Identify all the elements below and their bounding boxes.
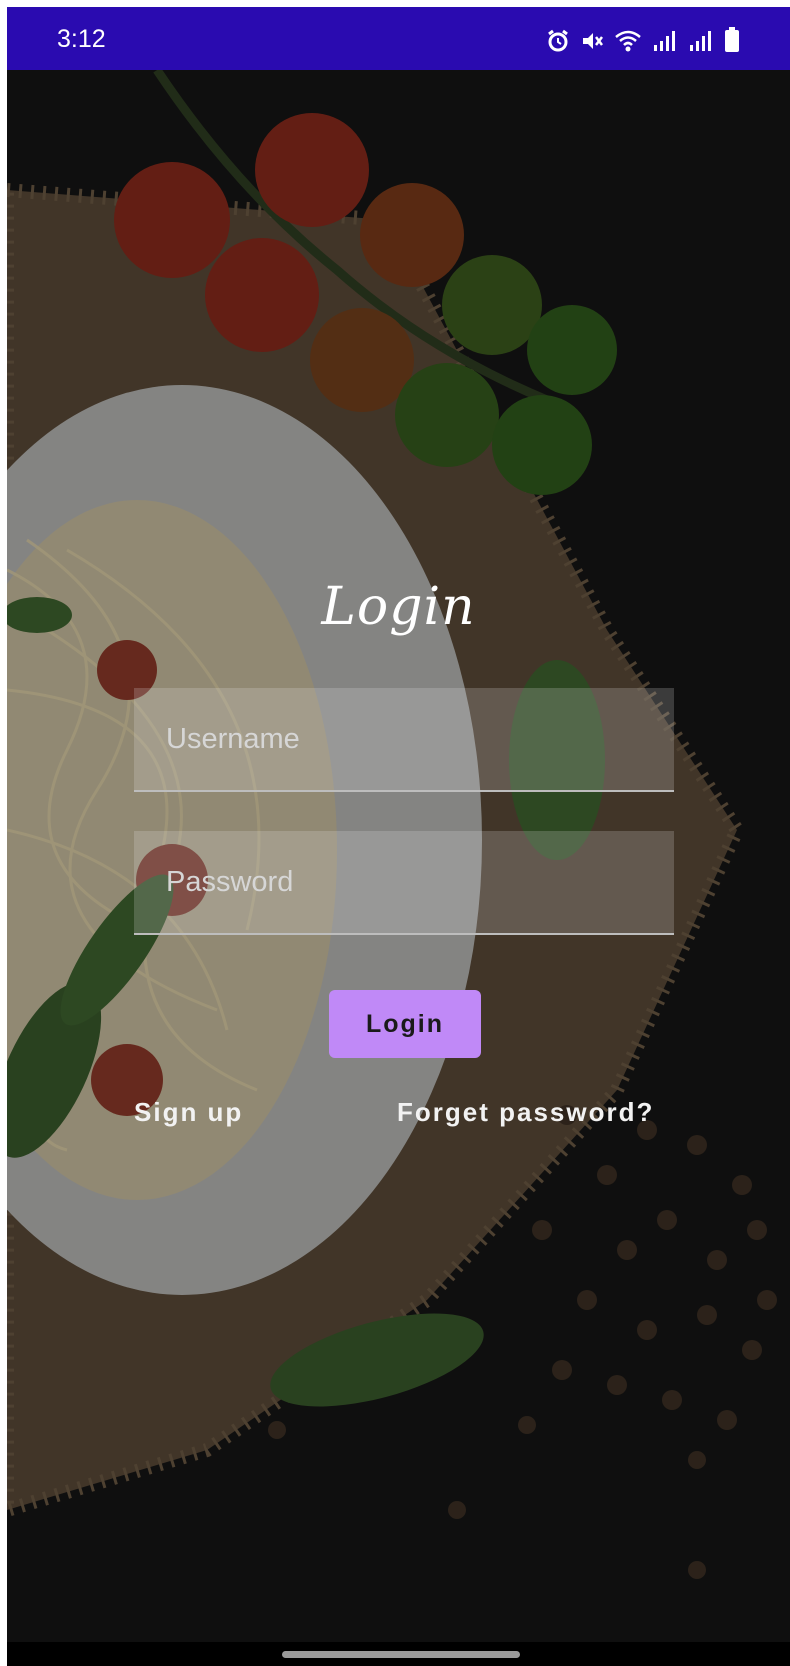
status-bar: 3:12 — [7, 7, 790, 70]
mute-icon — [580, 29, 604, 58]
forget-password-link[interactable]: Forget password? — [397, 1097, 654, 1128]
sign-up-link[interactable]: Sign up — [134, 1097, 243, 1128]
wifi-icon — [614, 29, 642, 58]
battery-icon — [724, 27, 740, 58]
signal-icon — [652, 29, 678, 58]
phone-screen: 3:12 Login Username Login Sign up Forget… — [7, 7, 790, 1666]
home-gesture-handle[interactable] — [282, 1651, 520, 1658]
alarm-icon — [546, 29, 570, 58]
navigation-bar — [7, 1642, 790, 1666]
status-time: 3:12 — [57, 25, 106, 53]
signal-icon — [688, 29, 714, 58]
username-input[interactable] — [134, 688, 674, 792]
status-icons — [546, 27, 740, 58]
password-input[interactable] — [134, 831, 674, 935]
login-button[interactable]: Login — [329, 990, 481, 1058]
login-title: Login — [321, 577, 476, 637]
